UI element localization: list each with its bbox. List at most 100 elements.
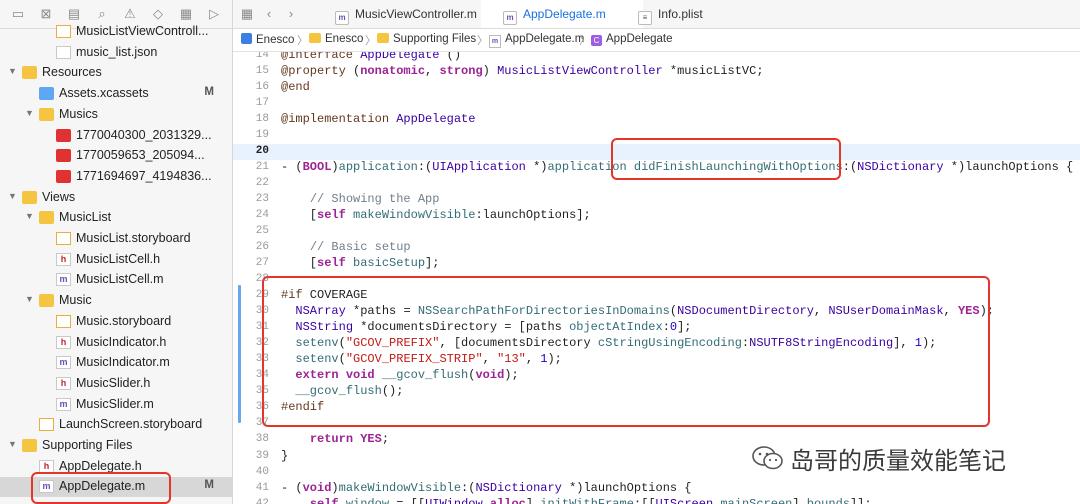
- header-file-icon: h: [39, 459, 54, 473]
- disclosure-triangle-icon[interactable]: ▼: [8, 191, 18, 201]
- line-number: 41: [255, 481, 269, 494]
- tab-info-plist[interactable]: ≡ Info.plist: [633, 0, 758, 28]
- editor-tab-bar: ▦ ‹ › m MusicViewController.m m AppDelegat…: [233, 0, 1080, 29]
- disclosure-triangle-icon[interactable]: ▼: [8, 439, 18, 449]
- navigator-row-label: MusicListViewControll...: [76, 24, 209, 38]
- navigator-row-label: MusicSlider.m: [76, 396, 154, 411]
- tab-musicviewcontroller[interactable]: m MusicViewController.m: [325, 0, 485, 28]
- line-number: 19: [255, 129, 269, 142]
- source-control-icon[interactable]: ⊠: [38, 6, 54, 22]
- navigator-row[interactable]: music_list.json: [0, 43, 232, 63]
- code-line: // Showing the App: [309, 192, 440, 207]
- breakpoint-navigator-icon[interactable]: ▷: [206, 6, 222, 22]
- scm-status-badge: M: [204, 86, 214, 99]
- breadcrumb-separator: 〉: [579, 35, 590, 47]
- breadcrumb-separator: 〉: [477, 35, 488, 47]
- storyboard-file-icon: [39, 418, 54, 432]
- navigator-row-label: Assets.xcassets: [59, 86, 149, 101]
- folder-icon: [22, 439, 37, 452]
- test-navigator-icon[interactable]: ◇: [150, 6, 166, 22]
- line-number: 27: [255, 257, 269, 270]
- folder-icon: [39, 107, 54, 121]
- debug-navigator-icon[interactable]: ▦: [178, 6, 194, 22]
- related-items-icon[interactable]: ▦: [239, 6, 255, 22]
- code-line: @property (nonatomic, strong) MusicListV…: [281, 64, 764, 79]
- code-line: }: [281, 448, 289, 463]
- navigator-row[interactable]: MusicList.storyboard: [0, 229, 232, 249]
- symbol-navigator-icon[interactable]: ▤: [66, 6, 82, 22]
- find-navigator-icon[interactable]: ⌕: [94, 6, 110, 22]
- navigator-row[interactable]: ▼ Supporting Files: [0, 436, 232, 456]
- storyboard-file-icon: [56, 232, 71, 245]
- tab-appdelegate[interactable]: m AppDelegate.m: [481, 0, 643, 28]
- breadcrumb-symbol[interactable]: C AppDelegate: [591, 33, 673, 46]
- navigator-row[interactable]: 1770059653_205094...: [0, 146, 232, 166]
- folder-icon: [39, 294, 54, 308]
- navigator-row-label: MusicListCell.m: [76, 272, 164, 287]
- navigator-row[interactable]: h MusicIndicator.h: [0, 333, 232, 353]
- breadcrumb-project[interactable]: Enesco: [241, 33, 294, 46]
- navigator-row[interactable]: 1771694697_4194836...: [0, 167, 232, 187]
- navigator-row[interactable]: 1770040300_2031329...: [0, 126, 232, 146]
- navigator-row[interactable]: ▼ MusicList: [0, 208, 232, 228]
- header-file-icon: h: [56, 335, 71, 349]
- disclosure-triangle-icon[interactable]: ▼: [25, 108, 35, 118]
- disclosure-triangle-icon[interactable]: ▼: [25, 211, 35, 221]
- json-file-icon: [56, 45, 71, 59]
- issue-navigator-icon[interactable]: ⚠: [122, 6, 138, 22]
- line-number: 15: [255, 65, 269, 78]
- line-number: 16: [255, 81, 269, 94]
- navigator-row[interactable]: m MusicSlider.m: [0, 395, 232, 415]
- breadcrumb-file[interactable]: m AppDelegate.m: [489, 33, 584, 48]
- objc-file-icon: m: [56, 356, 71, 370]
- navigator-row-label: Resources: [42, 65, 102, 80]
- line-number: 39: [255, 449, 269, 462]
- navigator-row[interactable]: h MusicListCell.h: [0, 250, 232, 270]
- navigator-row-label: 1771694697_4194836...: [76, 168, 212, 183]
- breadcrumb-folder[interactable]: Supporting Files: [377, 33, 476, 45]
- folder-icon: [377, 33, 389, 43]
- project-navigator: ▭ ⊠ ▤ ⌕ ⚠ ◇ ▦ ▷ MusicListViewControll...…: [0, 0, 233, 504]
- code-line: @implementation AppDelegate: [281, 112, 476, 127]
- breadcrumb-separator: 〉: [365, 35, 376, 47]
- navigator-row[interactable]: h MusicSlider.h: [0, 374, 232, 394]
- line-number: 40: [255, 465, 269, 478]
- navigator-row[interactable]: Assets.xcassets M: [0, 84, 232, 104]
- asset-catalog-icon: [39, 87, 54, 101]
- navigator-row[interactable]: m MusicListCell.m: [0, 270, 232, 290]
- navigator-row-label: 1770059653_205094...: [76, 148, 205, 163]
- back-chevron-icon[interactable]: ‹: [261, 6, 277, 22]
- audio-file-icon: [56, 128, 71, 142]
- jump-bar: Enesco 〉 Enesco 〉 Supporting Files 〉 m Ap…: [233, 29, 1080, 52]
- navigator-row-label: MusicList: [59, 210, 112, 225]
- folder-icon: [309, 33, 321, 43]
- project-navigator-icon[interactable]: ▭: [10, 6, 26, 22]
- forward-chevron-icon[interactable]: ›: [283, 6, 299, 22]
- navigator-row[interactable]: LaunchScreen.storyboard: [0, 415, 232, 435]
- folder-icon: [39, 211, 54, 225]
- navigator-row-label: LaunchScreen.storyboard: [59, 417, 203, 432]
- disclosure-triangle-icon[interactable]: ▼: [25, 294, 35, 304]
- disclosure-triangle-icon[interactable]: ▼: [8, 66, 18, 76]
- navigator-row[interactable]: ▼ Resources: [0, 63, 232, 83]
- project-icon: [241, 33, 252, 44]
- navigator-row[interactable]: MusicListViewControll...: [0, 22, 232, 42]
- breadcrumb-group[interactable]: Enesco: [309, 33, 363, 45]
- tab-label: Info.plist: [658, 7, 703, 21]
- folder-icon: [22, 190, 37, 204]
- source-editor[interactable]: 14 @interface AppDelegate () 15 @property (…: [233, 52, 1080, 504]
- navigator-row[interactable]: ▼ Views: [0, 188, 232, 208]
- line-number: 26: [255, 241, 269, 254]
- objc-file-icon: m: [335, 11, 349, 25]
- navigator-row-label: 1770040300_2031329...: [76, 127, 212, 142]
- navigator-row[interactable]: ▼ Musics: [0, 105, 232, 125]
- storyboard-file-icon: [56, 25, 71, 38]
- line-number: 25: [255, 225, 269, 238]
- navigator-row[interactable]: m MusicIndicator.m: [0, 353, 232, 373]
- navigator-row[interactable]: Music.storyboard: [0, 312, 232, 332]
- plist-file-icon: ≡: [638, 11, 652, 25]
- navigator-row[interactable]: ▼ Music: [0, 291, 232, 311]
- header-file-icon: h: [56, 252, 71, 266]
- navigator-row-label: Supporting Files: [42, 438, 133, 452]
- class-symbol-icon: C: [591, 35, 602, 46]
